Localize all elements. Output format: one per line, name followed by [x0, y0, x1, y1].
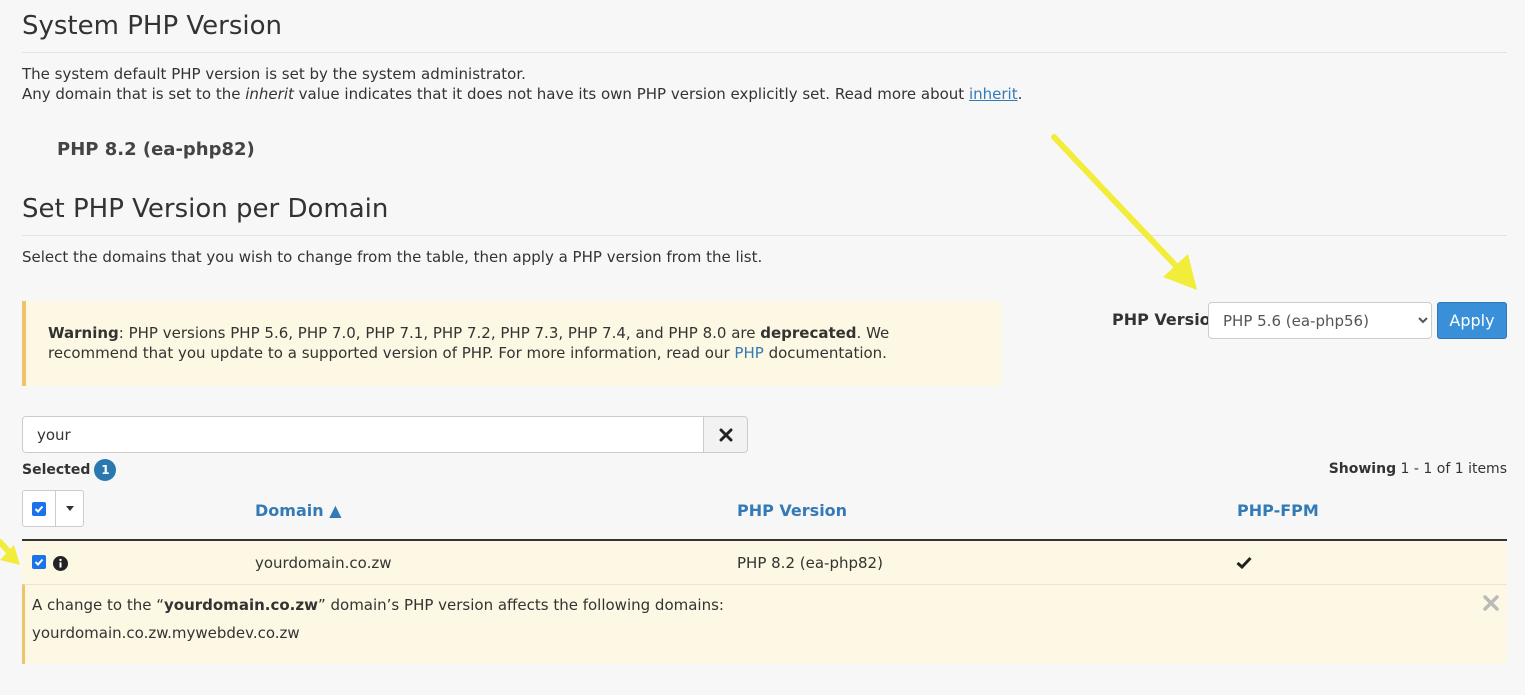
line2-end: . [1017, 85, 1023, 103]
caret-down-icon [65, 506, 74, 511]
deprecation-warning: Warning: PHP versions PHP 5.6, PHP 7.0, … [22, 301, 1001, 386]
warning-deprecated: deprecated [760, 324, 857, 342]
inherit-term: inherit [245, 85, 294, 103]
warning-text-c: documentation. [763, 344, 887, 362]
row-domain: yourdomain.co.zw [255, 554, 392, 572]
php-docs-link[interactable]: PHP [734, 344, 763, 362]
detail-text-post: ” domain’s PHP version affects the follo… [317, 596, 724, 614]
select-all-control [22, 490, 84, 527]
apply-button[interactable]: Apply [1437, 302, 1507, 339]
table-row: yourdomain.co.zw PHP 8.2 (ea-php82) [22, 539, 1507, 584]
search-input[interactable] [22, 416, 704, 453]
arrow-to-row-checkbox [0, 539, 20, 565]
line2-mid: value indicates that it does not have it… [293, 85, 969, 103]
system-description-line2: Any domain that is set to the inherit va… [22, 84, 1022, 104]
pagination-summary: Showing 1 - 1 of 1 items [1329, 461, 1507, 477]
check-icon [32, 555, 46, 569]
clear-search-button[interactable] [703, 416, 748, 453]
system-php-title: System PHP Version [22, 11, 282, 41]
selected-count-badge: 1 [94, 459, 117, 481]
warning-text-a: : PHP versions PHP 5.6, PHP 7.0, PHP 7.1… [118, 324, 761, 342]
close-icon [1483, 595, 1499, 611]
info-icon[interactable] [53, 556, 68, 575]
divider [22, 52, 1507, 53]
affected-domains-message: A change to the “yourdomain.co.zw” domai… [32, 596, 724, 614]
line2-pre: Any domain that is set to the [22, 85, 246, 103]
system-php-version-value: PHP 8.2 (ea-php82) [57, 139, 255, 160]
column-header-domain[interactable]: Domain ▲ [255, 501, 342, 520]
column-header-php-fpm[interactable]: PHP-FPM [1237, 501, 1319, 520]
dismiss-notice-button[interactable] [1483, 595, 1499, 615]
select-all-checkbox[interactable] [22, 490, 56, 527]
domain-php-title: Set PHP Version per Domain [22, 194, 389, 224]
domain-section-description: Select the domains that you wish to chan… [22, 248, 763, 266]
inherit-link[interactable]: inherit [969, 85, 1018, 103]
showing-range: 1 - 1 of 1 items [1400, 461, 1507, 477]
close-icon [719, 428, 732, 441]
php-version-select[interactable]: PHP 5.6 (ea-php56) [1208, 302, 1432, 339]
affected-domains-notice: A change to the “yourdomain.co.zw” domai… [22, 584, 1507, 664]
column-header-php-version[interactable]: PHP Version [737, 501, 847, 520]
detail-domain: yourdomain.co.zw [163, 596, 318, 614]
selected-label: Selected [22, 462, 91, 478]
divider [22, 235, 1507, 236]
check-icon [32, 501, 46, 516]
fpm-enabled-check-icon [1236, 555, 1252, 573]
affected-domain-item: yourdomain.co.zw.mywebdev.co.zw [32, 624, 300, 642]
warning-label: Warning [48, 324, 119, 342]
detail-text-pre: A change to the “ [32, 596, 164, 614]
php-version-label: PHP Version [1112, 310, 1223, 329]
selected-indicator: Selected 1 [22, 459, 117, 481]
row-php-version: PHP 8.2 (ea-php82) [737, 554, 883, 572]
system-description-line1: The system default PHP version is set by… [22, 65, 526, 83]
row-checkbox[interactable] [32, 555, 46, 569]
arrow-to-version-select [1051, 134, 1197, 290]
select-options-dropdown[interactable] [56, 490, 84, 527]
showing-label: Showing [1328, 461, 1397, 477]
